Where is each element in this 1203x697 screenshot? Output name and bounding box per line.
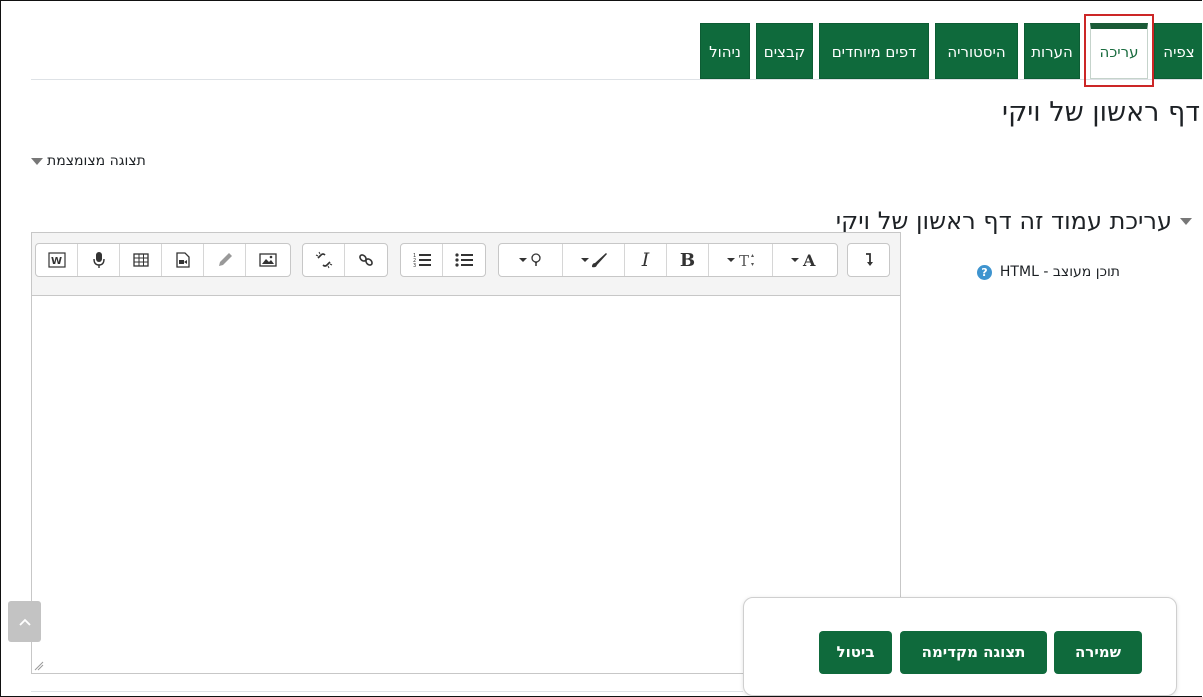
- section-title-label: עריכת עמוד זה דף ראשון של ויקי: [835, 207, 1172, 235]
- resize-grip-icon[interactable]: [34, 661, 44, 671]
- scroll-to-top-button[interactable]: [8, 601, 41, 642]
- bullet-list-button[interactable]: [443, 244, 485, 276]
- word-paste-icon: W: [47, 252, 66, 268]
- media-icon: [175, 252, 190, 268]
- bottom-divider: [31, 691, 743, 692]
- caret-down-icon: [31, 157, 43, 165]
- bullet-list-icon: [455, 253, 473, 267]
- insert-group: W: [35, 243, 291, 277]
- page-title: דף ראשון של ויקי: [1002, 97, 1200, 128]
- action-bar: שמירה תצוגה מקדימה ביטול: [743, 597, 1177, 696]
- tab-edit[interactable]: עריכה: [1090, 23, 1148, 79]
- highlight-button[interactable]: [563, 244, 625, 276]
- image-icon: [259, 253, 277, 267]
- word-paste-button[interactable]: W: [36, 244, 78, 276]
- direction-group: [847, 243, 890, 277]
- content-label-text: תוכן מעוצב - HTML: [999, 264, 1120, 280]
- unlink-button[interactable]: [303, 244, 346, 276]
- page-frame: צפיה עריכה הערות היסטוריה דפים מיוחדים ק…: [0, 0, 1202, 697]
- format-group: I B T A: [498, 243, 838, 277]
- italic-icon: I: [641, 249, 650, 271]
- draw-icon: [218, 253, 232, 266]
- cancel-button[interactable]: ביטול: [819, 631, 892, 674]
- tab-special-pages[interactable]: דפים מיוחדים: [819, 23, 929, 79]
- content-field-label: תוכן מעוצב - HTML ?: [976, 264, 1120, 280]
- table-button[interactable]: [120, 244, 162, 276]
- tab-files[interactable]: קבצים: [756, 23, 813, 79]
- collapse-label: תצוגה מצומצמת: [47, 153, 146, 169]
- save-button[interactable]: שמירה: [1054, 631, 1142, 674]
- unlink-icon: [315, 251, 332, 269]
- bold-icon: B: [679, 249, 696, 271]
- section-title[interactable]: עריכת עמוד זה דף ראשון של ויקי: [836, 207, 1192, 235]
- link-group: [302, 243, 388, 277]
- numbered-list-icon: 123: [413, 253, 431, 268]
- svg-text:A: A: [802, 251, 816, 269]
- tab-comments[interactable]: הערות: [1024, 23, 1080, 79]
- highlight-icon: [580, 253, 607, 268]
- table-icon: [132, 253, 149, 267]
- numbered-list-button[interactable]: 123: [401, 244, 444, 276]
- emoji-icon: [518, 253, 541, 266]
- svg-text:3: 3: [413, 263, 416, 268]
- tab-divider: [31, 79, 1202, 80]
- chevron-up-icon: [18, 618, 31, 626]
- italic-button[interactable]: I: [625, 244, 667, 276]
- font-color-button[interactable]: A: [773, 244, 837, 276]
- bold-button[interactable]: B: [667, 244, 709, 276]
- svg-text:W: W: [51, 256, 62, 267]
- record-audio-button[interactable]: [78, 244, 120, 276]
- microphone-icon: [92, 252, 105, 268]
- font-size-icon: T: [726, 252, 754, 269]
- media-button[interactable]: [162, 244, 204, 276]
- list-group: 123: [400, 243, 486, 277]
- tab-history[interactable]: היסטוריה: [935, 23, 1018, 79]
- rtl-direction-icon: [865, 253, 873, 266]
- rtl-direction-button[interactable]: [848, 244, 889, 276]
- draw-button[interactable]: [204, 244, 246, 276]
- font-size-button[interactable]: T: [709, 244, 773, 276]
- tab-view[interactable]: צפיה: [1154, 23, 1202, 79]
- link-button[interactable]: [345, 244, 387, 276]
- font-color-icon: A: [791, 251, 816, 269]
- collapse-view-link[interactable]: תצוגה מצומצמת: [31, 153, 146, 169]
- svg-text:T: T: [739, 252, 749, 269]
- help-icon[interactable]: ?: [976, 264, 992, 280]
- tab-bar: צפיה עריכה הערות היסטוריה דפים מיוחדים ק…: [1, 23, 1202, 79]
- editor-toolbar: W 1 2 3 I B T A: [32, 233, 900, 296]
- tab-admin[interactable]: ניהול: [700, 23, 750, 79]
- image-button[interactable]: [246, 244, 290, 276]
- emoji-button[interactable]: [499, 244, 563, 276]
- preview-button[interactable]: תצוגה מקדימה: [900, 631, 1047, 674]
- caret-down-icon: [1180, 217, 1192, 225]
- link-icon: [359, 254, 373, 266]
